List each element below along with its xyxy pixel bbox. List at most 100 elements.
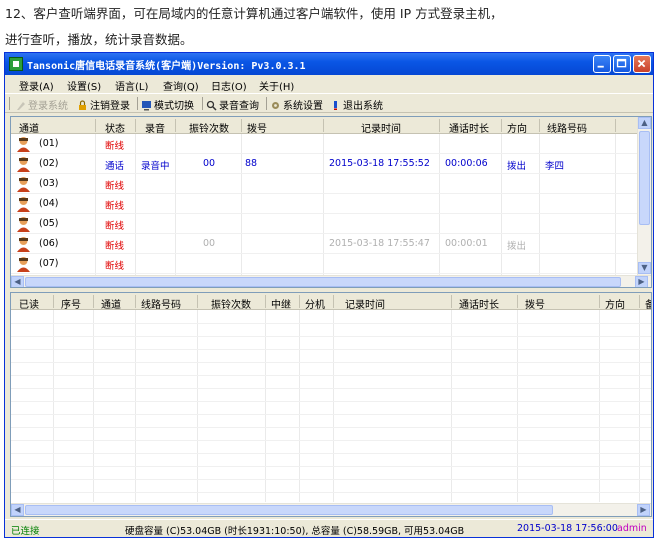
cell-time: 2015-03-18 17:55:52 — [329, 158, 430, 169]
maximize-button[interactable] — [613, 55, 631, 73]
hscroll-thumb[interactable] — [25, 277, 621, 287]
record-grid-hscroll[interactable]: ◀ ▶ — [11, 503, 651, 516]
empty-row-line — [11, 336, 651, 337]
system-settings-button[interactable]: 系统设置 — [270, 97, 323, 112]
record-grid[interactable]: 已读 序号 通道 线路号码 振铃次数 中继 分机 记录时间 通话时长 拨号 方向… — [10, 292, 652, 517]
col-extension[interactable]: 分机 — [305, 296, 325, 311]
empty-row-line — [11, 466, 651, 467]
record-query-button[interactable]: 录音查询 — [206, 97, 259, 112]
channel-grid-hscroll[interactable]: ◀ ▶ — [11, 275, 651, 287]
status-bar: 已连接 硬盘容量 (C)53.04GB (时长1931:10:50), 总容量 … — [5, 519, 653, 537]
vscroll-thumb[interactable] — [639, 131, 650, 225]
col-dialed[interactable]: 拨号 — [525, 296, 545, 311]
col-read[interactable]: 已读 — [19, 296, 39, 311]
toolbar-separator — [202, 97, 203, 110]
title-bar[interactable]: Tansonic唐信电话录音系统(客户端)Version: Pv3.0.3.1 — [5, 53, 653, 75]
cell-channel: (06) — [39, 238, 59, 249]
record-query-label: 录音查询 — [219, 101, 259, 112]
minimize-button[interactable] — [593, 55, 611, 73]
menu-language[interactable]: 语言(L) — [115, 78, 148, 93]
status-user: admin — [617, 523, 647, 534]
cell-duration: 00:00:06 — [445, 158, 488, 169]
menu-about[interactable]: 关于(H) — [259, 78, 294, 93]
col-remark[interactable]: 备 — [645, 296, 651, 311]
empty-row-line — [11, 414, 651, 415]
cell-rings: 00 — [203, 238, 216, 249]
channel-row[interactable]: (04) 断线 — [11, 194, 637, 214]
channel-row[interactable]: (05) 断线 — [11, 214, 637, 234]
cell-record: 录音中 — [141, 161, 170, 172]
scroll-up-icon[interactable]: ▲ — [638, 117, 651, 129]
phone-user-icon — [15, 255, 32, 273]
col-trunk[interactable]: 中继 — [271, 296, 291, 311]
channel-grid[interactable]: 通道 状态 录音 振铃次数 拨号 记录时间 通话时长 方向 线路号码 (01) … — [10, 116, 652, 288]
col-serial[interactable]: 序号 — [61, 296, 81, 311]
col-duration[interactable]: 通话时长 — [449, 120, 489, 135]
scroll-right-icon[interactable]: ▶ — [635, 276, 648, 287]
empty-row-line — [11, 388, 651, 389]
close-button[interactable] — [633, 55, 651, 73]
menu-settings[interactable]: 设置(S) — [67, 78, 101, 93]
col-record-time[interactable]: 记录时间 — [345, 296, 385, 311]
phone-user-icon — [15, 235, 32, 253]
col-dial[interactable]: 拨号 — [247, 120, 267, 135]
col-talk-duration[interactable]: 通话时长 — [459, 296, 499, 311]
system-settings-label: 系统设置 — [283, 101, 323, 112]
scroll-left-icon[interactable]: ◀ — [11, 276, 24, 287]
col-channel[interactable]: 通道 — [101, 296, 121, 311]
menu-log[interactable]: 日志(O) — [211, 78, 247, 93]
col-record[interactable]: 录音 — [145, 120, 165, 135]
doc-line-1: 12、客户查听端界面，可在局域内的任意计算机通过客户端软件，使用 IP 方式登录… — [5, 6, 503, 21]
channel-row[interactable]: (07) 断线 — [11, 254, 637, 274]
cell-status: 断线 — [105, 221, 125, 232]
record-grid-header: 已读 序号 通道 线路号码 振铃次数 中继 分机 记录时间 通话时长 拨号 方向… — [11, 293, 651, 311]
col-status[interactable]: 状态 — [105, 120, 125, 135]
login-button[interactable]: 登录系统 — [15, 97, 68, 112]
cell-channel: (03) — [39, 178, 59, 189]
col-line-number[interactable]: 线路号码 — [141, 296, 181, 311]
logout-button[interactable]: 注销登录 — [77, 97, 130, 112]
empty-row-line — [11, 401, 651, 402]
toolbar-separator — [266, 97, 267, 110]
toolbar-separator — [137, 97, 138, 110]
scroll-left-icon[interactable]: ◀ — [11, 504, 24, 516]
exit-button[interactable]: 退出系统 — [330, 97, 383, 112]
toolbar-grip — [9, 97, 10, 110]
doc-line-2: 进行查听，播放，统计录音数据。 — [5, 32, 193, 47]
cell-status: 断线 — [105, 141, 125, 152]
col-rings[interactable]: 振铃次数 — [211, 296, 251, 311]
cell-rings: 00 — [203, 158, 216, 169]
empty-row-line — [11, 440, 651, 441]
cell-dial: 88 — [245, 158, 258, 169]
cell-direction: 拨出 — [507, 241, 527, 252]
col-direction[interactable]: 方向 — [605, 296, 625, 311]
col-time[interactable]: 记录时间 — [361, 120, 401, 135]
col-rings[interactable]: 振铃次数 — [189, 120, 229, 135]
menu-login[interactable]: 登录(A) — [19, 78, 54, 93]
col-direction[interactable]: 方向 — [507, 120, 527, 135]
phone-user-icon — [15, 215, 32, 233]
mode-switch-label: 模式切换 — [154, 101, 194, 112]
app-window: Tansonic唐信电话录音系统(客户端)Version: Pv3.0.3.1 … — [4, 52, 654, 538]
menu-query[interactable]: 查询(Q) — [163, 78, 199, 93]
empty-row-line — [11, 362, 651, 363]
logout-label: 注销登录 — [90, 101, 130, 112]
col-line-number[interactable]: 线路号码 — [547, 120, 587, 135]
channel-row[interactable]: (03) 断线 — [11, 174, 637, 194]
mode-switch-button[interactable]: 模式切换 — [141, 97, 194, 112]
channel-row[interactable]: (06) 断线 00 2015-03-18 17:55:47 00:00:01 拨出 — [11, 234, 637, 254]
scroll-right-icon[interactable]: ▶ — [637, 504, 650, 516]
channel-row[interactable]: (01) 断线 — [11, 134, 637, 154]
cell-channel: (05) — [39, 218, 59, 229]
channel-row[interactable]: (02) 通话 录音中 00 88 2015-03-18 17:55:52 00:00:06… — [11, 154, 637, 174]
scroll-down-icon[interactable]: ▼ — [638, 262, 651, 274]
close-icon — [637, 59, 646, 68]
channel-grid-vscroll[interactable]: ▲ ▼ — [637, 117, 651, 275]
login-icon — [17, 102, 25, 110]
hscroll-thumb[interactable] — [25, 505, 553, 515]
cell-status: 断线 — [105, 241, 125, 252]
maximize-icon — [616, 58, 627, 68]
col-channel[interactable]: 通道 — [19, 120, 39, 135]
empty-row-line — [11, 453, 651, 454]
lock-icon — [79, 100, 86, 110]
